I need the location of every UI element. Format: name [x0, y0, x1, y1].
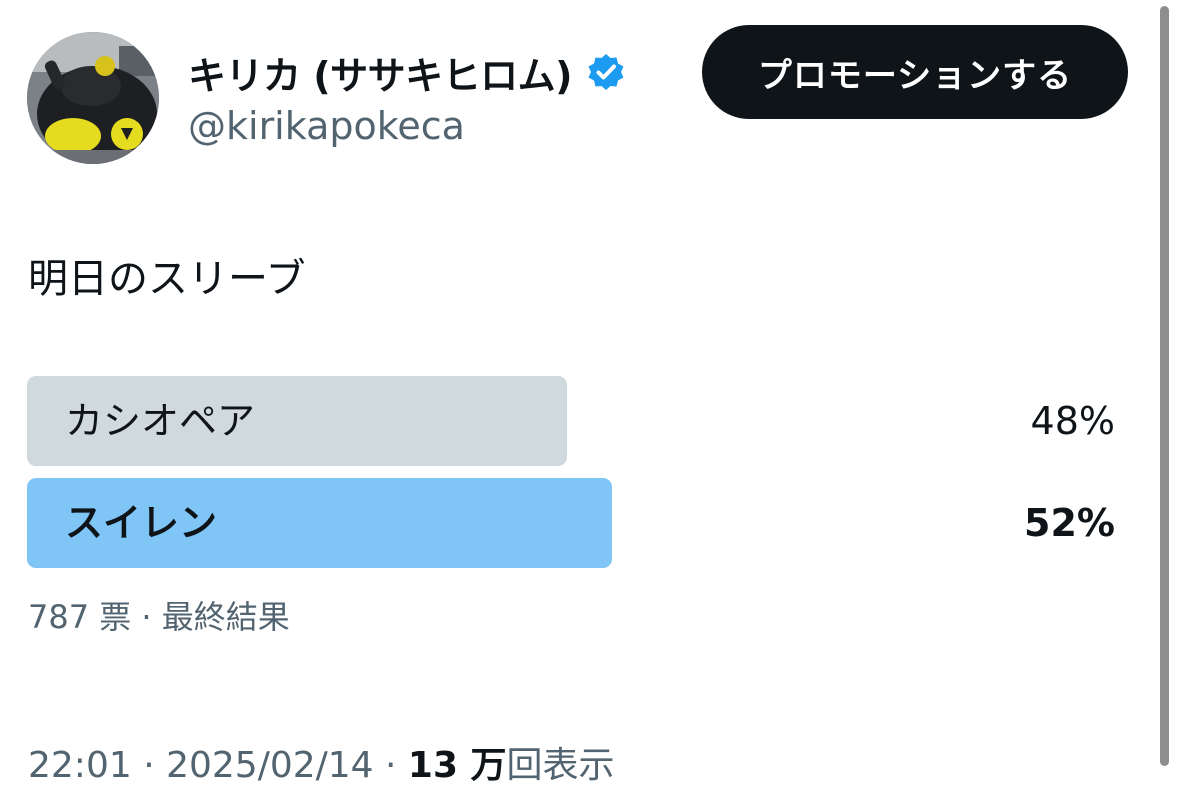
poll-meta: 787 票 · 最終結果 — [28, 598, 290, 636]
author-avatar[interactable] — [27, 32, 159, 164]
author-display-name[interactable]: キリカ (ササキヒロム) — [188, 45, 572, 100]
tweet-timestamp-row: 22:01 · 2025/02/14 · 13 万回表示 — [28, 736, 615, 788]
tweet-detail-page: キリカ (ササキヒロム) @kirikapokeca プロモーションする 明日の… — [0, 0, 1179, 804]
poll-option-cassiopeia: カシオペア 48% — [27, 376, 1115, 466]
verified-badge-icon[interactable] — [586, 52, 626, 92]
tweet-timestamp[interactable]: 22:01 · 2025/02/14 · — [28, 745, 408, 786]
author-handle[interactable]: @kirikapokeca — [188, 104, 465, 148]
views-count[interactable]: 13 万 — [408, 745, 507, 786]
tweet-text: 明日のスリーブ — [28, 256, 306, 302]
poll-option-percent: 52% — [1024, 501, 1115, 545]
views-label[interactable]: 回表示 — [507, 745, 615, 786]
scrollbar[interactable] — [1160, 6, 1169, 766]
promote-button[interactable]: プロモーションする — [702, 25, 1128, 119]
poll-option-label: カシオペア — [65, 399, 256, 443]
poll-option-label: スイレン — [65, 501, 218, 545]
poll-option-suiren: スイレン 52% — [27, 478, 1115, 568]
plush-toy-avatar-icon — [27, 32, 159, 164]
author-name-row[interactable]: キリカ (ササキヒロム) — [188, 46, 626, 98]
poll-option-percent: 48% — [1030, 399, 1115, 443]
